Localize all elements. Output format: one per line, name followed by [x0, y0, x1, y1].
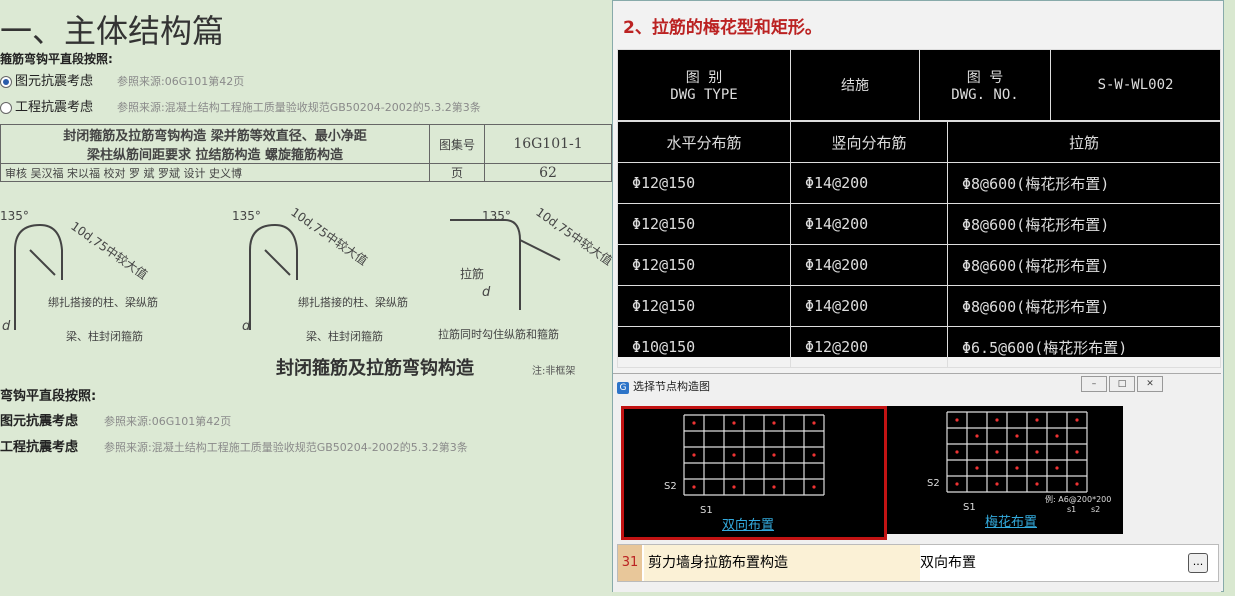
option-bidirectional[interactable]: S2 S1 双向布置 — [621, 406, 887, 540]
svg-text:例: A6@200*200: 例: A6@200*200 — [1045, 494, 1111, 504]
table-row: Φ12@150 Φ14@200 Φ8@600(梅花形布置) — [617, 285, 1221, 327]
figure-caption: 封闭箍筋及拉筋弯钩构造 — [276, 358, 474, 379]
bottom-setting-label: 弯钩平直段按照: — [0, 389, 97, 404]
tie-label: 拉筋 — [460, 266, 484, 281]
grid-bidirectional-icon: S2 S1 — [664, 414, 825, 516]
more-options-button[interactable]: ... — [1188, 553, 1208, 573]
radio-option-element[interactable]: 图元抗震考虑 参照来源:06G101第42页 — [0, 70, 244, 89]
property-value[interactable]: 双向布置 — [920, 545, 976, 581]
bottom-option-element[interactable]: 图元抗震考虑 参照来源:06G101第42页 — [0, 410, 231, 429]
right-reference-panel: 2、拉筋的梅花型和矩形。 图 别 DWG TYPE 结施 图 号 DWG. NO. … — [612, 0, 1224, 592]
minimize-icon[interactable]: – — [1081, 376, 1107, 392]
radio-unselected-icon[interactable] — [0, 101, 12, 114]
svg-text:S1: S1 — [963, 502, 976, 513]
row-index: 31 — [618, 545, 642, 581]
svg-text:S2: S2 — [927, 478, 940, 489]
svg-text:s2: s2 — [1091, 505, 1100, 514]
dialog-title: 选择节点构造图 — [633, 380, 710, 393]
svg-text:d: d — [482, 285, 491, 300]
note-tie: 拉筋同时勾住纵筋和箍筋 — [438, 327, 559, 341]
property-name: 剪力墙身拉筋布置构造 — [644, 545, 920, 581]
close-icon[interactable]: ✕ — [1137, 376, 1163, 392]
node-selection-dialog: G 选择节点构造图 – □ ✕ S2 S1 双向布置 S2 S1 例: A6@2… — [613, 373, 1221, 592]
angle-label: 135° — [0, 209, 29, 223]
svg-text:绑扎搭接的柱、梁纵筋: 绑扎搭接的柱、梁纵筋 — [298, 295, 408, 309]
table-row: Φ10@150 Φ12@200 Φ6.5@600(梅花形布置) — [617, 326, 1221, 368]
note-closed-hoop: 梁、柱封闭箍筋 — [66, 329, 143, 343]
window-controls: – □ ✕ — [1081, 376, 1163, 392]
option-plum[interactable]: S2 S1 例: A6@200*200 s1 s2 梅花布置 — [887, 406, 1123, 534]
table-row: Φ12@150 Φ14@200 Φ8@600(梅花形布置) — [617, 244, 1221, 286]
hook-figure: 135° 135° 135° 10d,75中较大值 10d,75中较大值 10d… — [0, 204, 612, 343]
app-icon: G — [617, 382, 629, 394]
svg-text:135°: 135° — [232, 209, 261, 223]
figure-footnote: 注:非框架 — [532, 366, 576, 377]
svg-text:S1: S1 — [700, 505, 713, 516]
section-heading: 2、拉筋的梅花型和矩形。 — [623, 18, 822, 38]
radio-option-project[interactable]: 工程抗震考虑 参照来源:混凝土结构工程施工质量验收规范GB50204-2002的5… — [0, 96, 481, 115]
bottom-option-project[interactable]: 工程抗震考虑 参照来源:混凝土结构工程施工质量验收规范GB50204-2002的5… — [0, 436, 468, 455]
option-label: 双向布置 — [722, 518, 775, 533]
note-lap-splice: 绑扎搭接的柱、梁纵筋 — [48, 295, 158, 309]
grid-plum-icon: S2 S1 例: A6@200*200 s1 s2 — [927, 411, 1111, 514]
table-header-row: 水平分布筋 竖向分布筋 拉筋 — [617, 121, 1221, 163]
svg-text:S2: S2 — [664, 481, 677, 492]
svg-text:d: d — [242, 319, 251, 334]
radio-selected-icon[interactable] — [0, 75, 12, 88]
svg-text:d: d — [2, 319, 11, 334]
svg-text:梁、柱封闭箍筋: 梁、柱封闭箍筋 — [306, 329, 383, 343]
maximize-icon[interactable]: □ — [1109, 376, 1135, 392]
length-note: 10d,75中较大值 — [68, 218, 150, 282]
table-row: Φ12@150 Φ14@200 Φ8@600(梅花形布置) — [617, 162, 1221, 204]
top-setting-label: 箍筋弯钩平直段按照: — [0, 52, 113, 66]
svg-text:s1: s1 — [1067, 505, 1076, 514]
drawing-title-block: 封闭箍筋及拉筋弯钩构造 梁并筋等效直径、最小净距 梁柱纵筋间距要求 拉结筋构造 … — [0, 124, 612, 182]
property-row[interactable]: 31 剪力墙身拉筋布置构造 双向布置 ... — [617, 544, 1219, 582]
cad-drawing-table: 图 别 DWG TYPE 结施 图 号 DWG. NO. S-W-WL002 水平分… — [617, 49, 1221, 368]
svg-text:10d,75中较大值: 10d,75中较大值 — [288, 204, 370, 268]
svg-text:10d,75中较大值: 10d,75中较大值 — [533, 204, 612, 268]
section-title: 一、主体结构篇 — [0, 12, 225, 50]
option-label: 梅花布置 — [985, 515, 1038, 530]
left-reference-panel: 一、主体结构篇 箍筋弯钩平直段按照: 图元抗震考虑 参照来源:06G101第42页… — [0, 0, 612, 596]
svg-text:135°: 135° — [482, 209, 511, 223]
table-row: Φ12@150 Φ14@200 Φ8@600(梅花形布置) — [617, 203, 1221, 245]
